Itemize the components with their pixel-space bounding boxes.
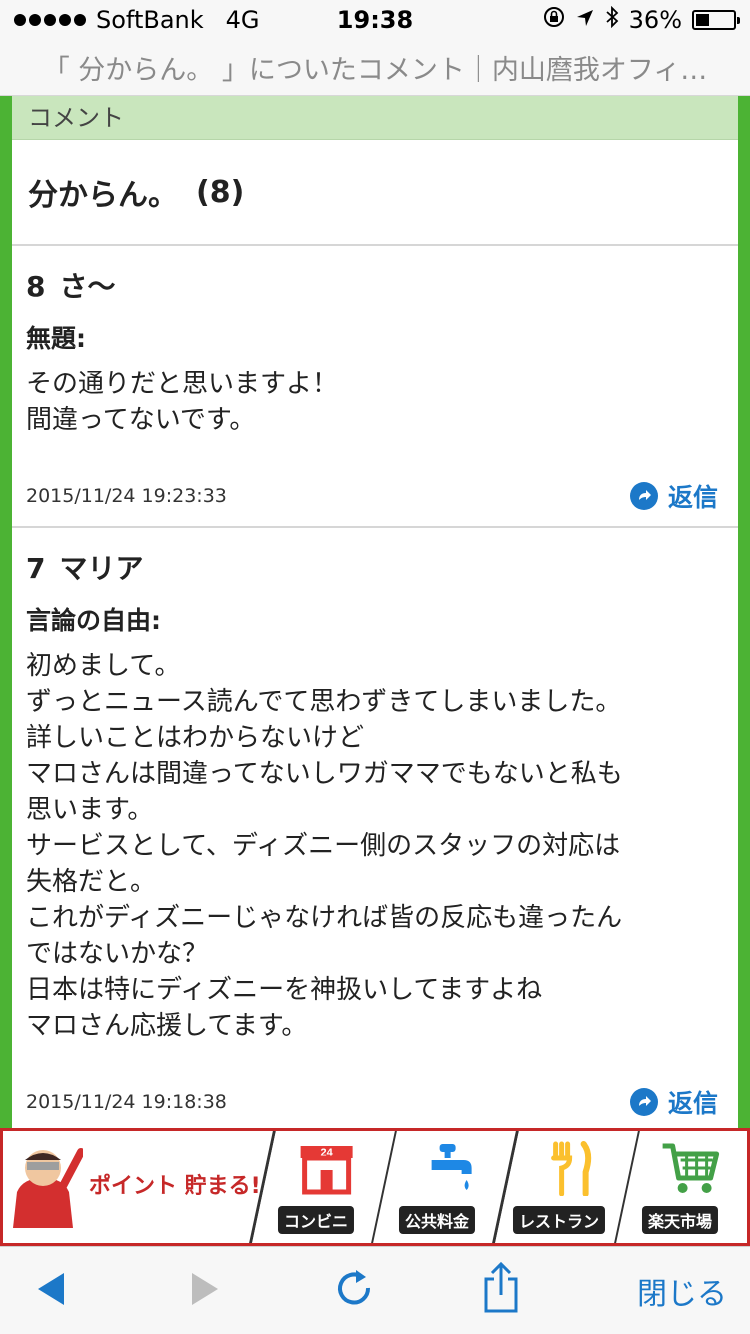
reply-label: 返信 <box>667 483 718 512</box>
comment-line: ではないかな？ <box>26 939 209 969</box>
ad-panel-rakuten[interactable]: 楽天市場 <box>616 1131 747 1243</box>
page-title: 「 分からん。 」についたコメント｜内山麿我オフィ… <box>0 40 750 96</box>
convenience-store-icon: 24 <box>295 1140 359 1200</box>
ad-label: コンビニ <box>277 1206 354 1234</box>
comment-number: 7 <box>26 552 46 585</box>
reply-button[interactable]: 返信 <box>629 1084 724 1120</box>
forward-button[interactable] <box>184 1267 228 1315</box>
battery-percent: 36% <box>628 6 682 34</box>
comment-line: 日本は特にディズニーを神扱いしてますよね <box>26 975 543 1005</box>
ad-label: 公共料金 <box>399 1206 476 1234</box>
status-left: SoftBank 4G <box>14 6 260 34</box>
comment-line: 失格だと。 <box>26 867 157 897</box>
article-title-text: 分からん。 <box>28 178 178 213</box>
ad-label: レストラン <box>513 1206 606 1234</box>
comment-item: 7 マリア 言論の自由: 初めまして。 ずっとニュース読んでて思わずきてしまいま… <box>12 528 738 1128</box>
comment-header: 8 さ〜 <box>26 270 724 304</box>
back-button[interactable] <box>28 1267 72 1315</box>
comment-line: 詳しいことはわからないけど <box>26 723 365 753</box>
article-title: 分からん。 (8) <box>12 140 738 246</box>
comment-subject: 無題: <box>26 324 86 353</box>
comment-footer: 2015/11/24 19:23:33 返信 <box>26 466 724 526</box>
status-bar: SoftBank 4G 19:38 36% <box>0 0 750 40</box>
bluetooth-icon <box>605 5 619 34</box>
fork-knife-icon <box>540 1140 600 1200</box>
share-button[interactable] <box>476 1261 526 1319</box>
location-icon <box>575 6 595 34</box>
battery-level-fill <box>696 14 709 26</box>
ad-panel-convenience[interactable]: 24 コンビニ <box>251 1131 398 1243</box>
shopping-cart-icon <box>659 1140 723 1200</box>
comment-line: 思います。 <box>26 795 154 825</box>
signal-strength-icon <box>14 14 86 26</box>
status-right: 36% <box>543 5 740 34</box>
ad-banner[interactable]: ポイント 貯まる! 24 コンビニ 公共料金 レストラン 楽天市場 <box>0 1128 750 1246</box>
share-icon <box>480 1261 522 1319</box>
comment-header: 7 マリア <box>26 552 724 586</box>
forward-arrow-icon <box>188 1269 224 1313</box>
comment-author: マリア <box>59 552 144 585</box>
back-arrow-icon <box>32 1269 68 1313</box>
reply-arrow-icon <box>629 1088 658 1116</box>
comment-line: ずっとニュース読んでて思わずきてしまいました。 <box>26 687 622 717</box>
mascot-icon <box>3 1142 85 1232</box>
orientation-lock-icon <box>543 6 565 34</box>
comment-footer: 2015/11/24 19:18:38 返信 <box>26 1072 724 1128</box>
reply-button[interactable]: 返信 <box>629 478 724 514</box>
ad-label: ポイント 貯まる! <box>89 1174 261 1199</box>
browser-toolbar: 閉じる <box>0 1246 750 1334</box>
comment-line: 間違ってないです。 <box>26 405 256 435</box>
reply-arrow-icon <box>629 482 658 510</box>
comment-date: 2015/11/24 19:23:33 <box>26 485 227 507</box>
carrier-name: SoftBank <box>96 6 204 34</box>
comment-subject: 言論の自由: <box>26 606 161 635</box>
comment-line: その通りだと思いますよ！ <box>26 369 339 399</box>
ad-label: 楽天市場 <box>642 1206 719 1234</box>
ad-panel-utilities[interactable]: 公共料金 <box>373 1131 519 1243</box>
comment-date: 2015/11/24 19:18:38 <box>26 1091 227 1113</box>
green-frame: コメント 分からん。 (8) 8 さ〜 無題: その通りだと思いますよ！ 間違っ… <box>0 96 750 1128</box>
ad-panel-points[interactable]: ポイント 貯まる! <box>3 1131 276 1243</box>
comment-line: 初めまして。 <box>26 651 181 681</box>
faucet-icon <box>418 1140 478 1200</box>
comment-body: その通りだと思いますよ！ 間違ってないです。 <box>26 366 724 438</box>
comment-line: これがディズニーじゃなければ皆の反応も違ったん <box>26 903 623 933</box>
battery-icon <box>692 10 740 30</box>
reply-label: 返信 <box>667 1089 718 1118</box>
comment-author: さ〜 <box>59 270 116 303</box>
comment-item: 8 さ〜 無題: その通りだと思いますよ！ 間違ってないです。 2015/11/… <box>12 246 738 528</box>
comment-line: サービスとして、ディズニー側のスタッフの対応は <box>26 831 621 861</box>
comment-count: (8) <box>196 174 245 210</box>
network-type: 4G <box>225 6 260 34</box>
comment-line: マロさん応援してます。 <box>26 1011 308 1041</box>
reload-button[interactable] <box>330 1267 380 1315</box>
comment-body: 初めまして。 ずっとニュース読んでて思わずきてしまいました。 詳しいことはわから… <box>26 648 724 1044</box>
comment-number: 8 <box>26 270 46 303</box>
close-button[interactable]: 閉じる <box>626 1267 738 1315</box>
section-header: コメント <box>12 96 738 140</box>
comments-container: コメント 分からん。 (8) 8 さ〜 無題: その通りだと思いますよ！ 間違っ… <box>12 96 738 1128</box>
reload-icon <box>334 1268 376 1314</box>
comment-line: マロさんは間違ってないしワガママでもないと私も <box>26 759 623 789</box>
